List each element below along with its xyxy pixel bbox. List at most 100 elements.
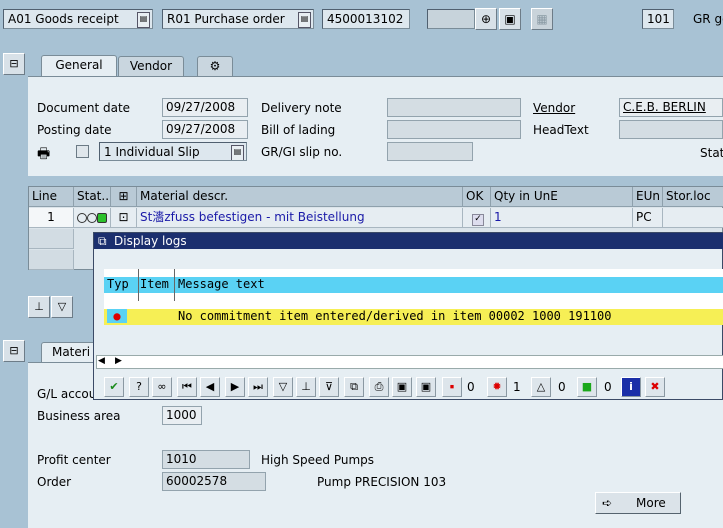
order-field[interactable]: 60002578 xyxy=(162,472,266,491)
col-unit[interactable]: EUn xyxy=(633,187,663,207)
log-header-row: Typ Item Message text xyxy=(104,269,723,301)
collapse-item-icon[interactable]: ⊟ xyxy=(3,340,25,362)
help-icon[interactable]: ? xyxy=(129,377,149,397)
reference-dropdown[interactable]: R01 Purchase order ▤ xyxy=(162,9,314,29)
arrow-right-icon: ➪ xyxy=(602,496,613,510)
next-page-icon[interactable]: ▶ xyxy=(225,377,245,397)
vendor-label[interactable]: Vendor xyxy=(533,99,575,117)
select-all-icon[interactable]: ⊥ xyxy=(28,296,50,318)
dropdown-icon[interactable]: ▤ xyxy=(137,12,150,28)
action-dropdown[interactable]: A01 Goods receipt ▤ xyxy=(3,9,153,29)
action-value: A01 Goods receipt xyxy=(8,12,119,26)
glasses-icon[interactable]: ∞ xyxy=(152,377,172,397)
column-divider xyxy=(174,269,175,301)
year-field[interactable] xyxy=(427,9,475,29)
delivery-note-field[interactable] xyxy=(387,98,521,117)
error-filter-icon[interactable]: ✹ xyxy=(487,377,507,397)
tab-material[interactable]: Materi xyxy=(41,342,101,364)
profit-center-text: High Speed Pumps xyxy=(261,453,375,467)
tab-general-label: General xyxy=(55,58,103,72)
filter-icon[interactable]: ▽ xyxy=(51,296,73,318)
detail-icon[interactable]: ⊡ xyxy=(111,208,137,228)
row-storloc[interactable] xyxy=(663,208,723,228)
col-line[interactable]: Line xyxy=(29,187,74,207)
grid-icon[interactable]: ▦ xyxy=(531,8,553,30)
tab-more-icon[interactable]: ⚙ xyxy=(197,56,233,76)
scroll-right-icon[interactable]: ▶ xyxy=(115,356,122,366)
success-icon[interactable]: ■ xyxy=(577,377,597,397)
status-label: Stat xyxy=(700,146,723,160)
dropdown-icon[interactable]: ▤ xyxy=(231,145,244,160)
row-unit[interactable]: PC xyxy=(633,208,663,228)
print-checkbox[interactable] xyxy=(76,145,89,158)
warning-icon[interactable]: △ xyxy=(531,377,551,397)
close-icon[interactable]: ✖ xyxy=(645,377,665,397)
print-icon[interactable]: 🖶 xyxy=(37,143,50,167)
more-label: More xyxy=(636,496,666,510)
tab-vendor-label: Vendor xyxy=(129,59,173,73)
table-settings-icon[interactable]: ⊞ xyxy=(111,187,137,207)
warning-count: 0 xyxy=(558,380,566,394)
doc-number-field[interactable]: 4500013102 xyxy=(322,9,410,29)
confirm-icon[interactable]: ✔ xyxy=(104,377,124,397)
first-page-icon[interactable]: ⏮ xyxy=(177,377,197,397)
col-storloc[interactable]: Stor.loc xyxy=(663,187,723,207)
ok-checkbox[interactable]: ✓ xyxy=(463,208,491,228)
tab-general[interactable]: General xyxy=(41,55,117,77)
info-icon[interactable]: i xyxy=(621,377,641,397)
binoculars-icon[interactable]: ▣ xyxy=(499,8,521,30)
stop-icon[interactable]: ⏹ xyxy=(442,377,462,397)
last-page-icon[interactable]: ⏭ xyxy=(248,377,268,397)
col-ok[interactable]: OK xyxy=(463,187,491,207)
dropdown-icon[interactable]: ▤ xyxy=(298,12,311,28)
col-material[interactable]: Material descr. xyxy=(137,187,463,207)
print-icon[interactable]: ⎙ xyxy=(369,377,389,397)
row-qty[interactable]: 1 xyxy=(491,208,633,228)
find-next-icon[interactable]: ▣ xyxy=(416,377,436,397)
top-toolbar: A01 Goods receipt ▤ R01 Purchase order ▤… xyxy=(0,0,723,44)
find-icon[interactable]: ▣ xyxy=(392,377,412,397)
posting-date-field[interactable]: 09/27/2008 xyxy=(162,120,248,139)
col-qty[interactable]: Qty in UnE xyxy=(491,187,633,207)
bill-of-lading-label: Bill of lading xyxy=(261,123,336,137)
bill-of-lading-field[interactable] xyxy=(387,120,521,139)
profit-center-field[interactable]: 1010 xyxy=(162,450,250,469)
slip-option-dropdown[interactable]: 1 Individual Slip ▤ xyxy=(99,142,247,161)
tab-vendor[interactable]: Vendor xyxy=(118,56,184,76)
col-typ[interactable]: Typ xyxy=(107,277,129,291)
headtext-field[interactable] xyxy=(619,120,723,139)
vendor-field[interactable]: C.E.B. BERLIN xyxy=(619,98,723,117)
movement-type-value: 101 xyxy=(647,12,670,26)
slip-no-field[interactable] xyxy=(387,142,473,161)
more-button[interactable]: ➪ More xyxy=(595,492,681,514)
business-area-field[interactable]: 1000 xyxy=(162,406,202,425)
movement-type-field[interactable]: 101 xyxy=(642,9,674,29)
slip-no-label: GR/GI slip no. xyxy=(261,145,343,159)
previous-page-icon[interactable]: ◀ xyxy=(200,377,220,397)
headtext-label: HeadText xyxy=(533,123,589,137)
posting-date-label: Posting date xyxy=(37,123,112,137)
col-item[interactable]: Item xyxy=(140,277,169,291)
document-date-field[interactable]: 09/27/2008 xyxy=(162,98,248,117)
error-icon: ● xyxy=(107,309,127,323)
log-message: No commitment item entered/derived in it… xyxy=(178,309,612,323)
horizontal-scrollbar[interactable]: ◀ ▶ xyxy=(96,355,723,369)
scroll-left-icon[interactable]: ◀ xyxy=(98,356,105,366)
filter-icon[interactable]: ▽ xyxy=(273,377,293,397)
log-row[interactable]: ● No commitment item entered/derived in … xyxy=(104,309,723,325)
row-material[interactable]: St瀒zfuss befestigen - mit Beistellung xyxy=(137,208,463,228)
collapse-header-icon[interactable]: ⊟ xyxy=(3,53,25,75)
col-message[interactable]: Message text xyxy=(178,277,265,291)
dialog-titlebar[interactable]: ⧉ Display logs xyxy=(94,233,723,249)
col-status[interactable]: Stat... xyxy=(74,187,111,207)
sort-icon[interactable]: ⊥ xyxy=(296,377,316,397)
doc-number-value: 4500013102 xyxy=(327,12,404,26)
empty-row xyxy=(29,229,74,249)
execute-icon[interactable]: ⊕ xyxy=(475,8,497,30)
window-icon: ⧉ xyxy=(98,234,107,248)
status-lights-icon xyxy=(74,208,111,228)
reference-value: R01 Purchase order xyxy=(167,12,285,26)
copy-icon[interactable]: ⧉ xyxy=(344,377,364,397)
row-line[interactable]: 1 xyxy=(29,208,74,228)
set-filter-icon[interactable]: ⊽ xyxy=(319,377,339,397)
